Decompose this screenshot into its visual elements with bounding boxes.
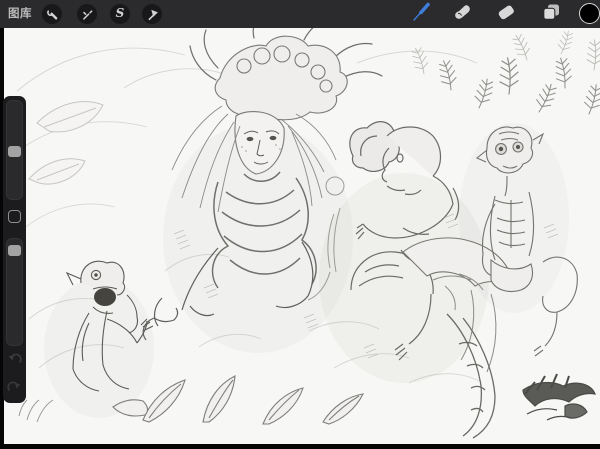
gallery-button[interactable]: 图库 xyxy=(8,0,32,28)
move-arrow-icon xyxy=(144,6,160,22)
layers-icon xyxy=(540,1,562,28)
opacity-handle[interactable] xyxy=(8,245,21,256)
magic-wand-icon xyxy=(79,6,95,22)
artwork-sketch xyxy=(4,28,600,444)
smudge-finger-icon xyxy=(451,1,473,28)
eraser-icon xyxy=(495,1,517,28)
color-swatch[interactable] xyxy=(579,3,600,24)
smudge-tool-button[interactable] xyxy=(450,2,474,26)
redo-arrow-icon xyxy=(7,380,22,397)
selection-s-icon: S xyxy=(116,7,125,19)
opacity-slider[interactable] xyxy=(6,238,23,346)
paint-tool-button[interactable] xyxy=(409,2,433,26)
paintbrush-icon xyxy=(409,0,433,29)
undo-button[interactable] xyxy=(7,352,22,365)
transform-button[interactable] xyxy=(142,4,162,24)
toolbar: 图库 S xyxy=(0,0,600,28)
redo-button[interactable] xyxy=(7,380,22,393)
brush-size-handle[interactable] xyxy=(8,146,21,157)
modify-button[interactable] xyxy=(8,210,21,223)
selection-button[interactable]: S xyxy=(110,4,130,24)
sidebar xyxy=(3,96,26,403)
adjustments-button[interactable] xyxy=(77,4,97,24)
drawing-canvas[interactable] xyxy=(4,28,600,444)
wrench-icon xyxy=(44,6,60,22)
actions-button[interactable] xyxy=(42,4,62,24)
layers-button[interactable] xyxy=(539,2,563,26)
brush-size-slider[interactable] xyxy=(6,100,23,200)
procreate-window: 图库 S xyxy=(0,0,600,449)
erase-tool-button[interactable] xyxy=(494,2,518,26)
undo-arrow-icon xyxy=(7,352,22,369)
